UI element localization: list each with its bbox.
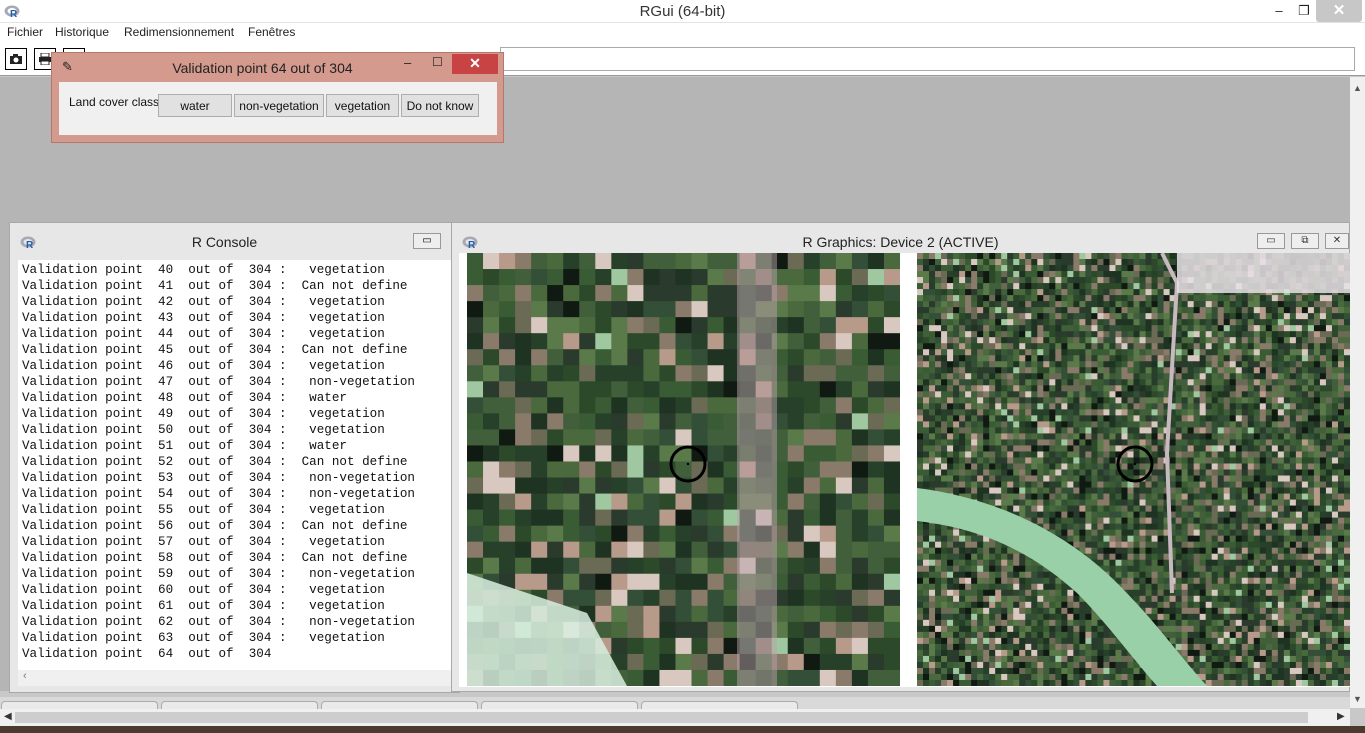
menu-bar: Fichier Historique Redimensionnement Fen…	[0, 23, 1365, 43]
graphics-restore-button[interactable]: ⧉	[1291, 233, 1319, 249]
satellite-image-coarse	[467, 253, 900, 686]
scroll-down-icon[interactable]: ▼	[1353, 694, 1362, 704]
satellite-image-fine	[917, 253, 1350, 686]
console-output[interactable]: Validation point 40 out of 304 : vegetat…	[18, 260, 452, 670]
console-line: Validation point 52 out of 304 : Can not…	[22, 455, 408, 469]
console-line: Validation point 44 out of 304 : vegetat…	[22, 327, 385, 341]
dialog-body: Land cover class water non-vegetation ve…	[59, 82, 497, 135]
console-line: Validation point 56 out of 304 : Can not…	[22, 519, 408, 533]
console-line: Validation point 57 out of 304 : vegetat…	[22, 535, 385, 549]
console-line: Validation point 48 out of 304 : water	[22, 391, 347, 405]
horizontal-scrollbar[interactable]: ◀ ▶	[0, 709, 1350, 726]
target-dot	[1133, 462, 1137, 466]
console-line: Validation point 64 out of 304	[22, 647, 272, 661]
camera-icon[interactable]	[5, 48, 27, 70]
plot-area[interactable]	[459, 253, 1350, 687]
console-line: Validation point 55 out of 304 : vegetat…	[22, 503, 385, 517]
console-minimize-button[interactable]: ▭	[413, 233, 441, 249]
r-console-window: R R Console ▭ Validation point 40 out of…	[9, 222, 460, 693]
r-graphics-window: R R Graphics: Device 2 (ACTIVE) ▭ ⧉ ✕	[451, 222, 1350, 692]
maximize-button[interactable]: ❐	[1289, 0, 1319, 22]
scroll-up-icon[interactable]: ▲	[1353, 83, 1362, 93]
console-line: Validation point 59 out of 304 : non-veg…	[22, 567, 415, 581]
vegetation-button[interactable]: vegetation	[326, 94, 399, 117]
console-line: Validation point 58 out of 304 : Can not…	[22, 551, 408, 565]
menu-fenetres[interactable]: Fenêtres	[248, 25, 295, 39]
menu-redimensionnement[interactable]: Redimensionnement	[124, 25, 234, 39]
non-vegetation-button[interactable]: non-vegetation	[234, 94, 324, 117]
minimized-windows-bar	[0, 697, 1350, 711]
console-line: Validation point 62 out of 304 : non-veg…	[22, 615, 415, 629]
console-line: Validation point 42 out of 304 : vegetat…	[22, 295, 385, 309]
console-line: Validation point 61 out of 304 : vegetat…	[22, 599, 385, 613]
menu-historique[interactable]: Historique	[55, 25, 109, 39]
console-line: Validation point 63 out of 304 : vegetat…	[22, 631, 385, 645]
scroll-right-icon[interactable]: ▶	[1337, 711, 1345, 722]
os-taskbar	[0, 726, 1365, 733]
water-button[interactable]: water	[158, 94, 232, 117]
app-title: RGui (64-bit)	[639, 3, 726, 20]
console-horizontal-scrollbar[interactable]: ‹	[18, 670, 452, 686]
dialog-minimize-button[interactable]: –	[404, 55, 411, 70]
console-line: Validation point 47 out of 304 : non-veg…	[22, 375, 415, 389]
land-cover-class-label: Land cover class	[69, 95, 160, 109]
scroll-left-icon[interactable]: ‹	[23, 670, 27, 682]
graphics-minimize-button[interactable]: ▭	[1257, 233, 1285, 249]
scrollbar-thumb[interactable]	[15, 712, 1308, 723]
scroll-left-icon[interactable]: ◀	[4, 711, 12, 722]
dialog-close-button[interactable]: ✕	[452, 54, 498, 74]
graphics-title: R Graphics: Device 2 (ACTIVE)	[802, 234, 999, 250]
toolbar-field	[500, 47, 1355, 71]
graphics-close-button[interactable]: ✕	[1325, 233, 1349, 249]
console-line: Validation point 45 out of 304 : Can not…	[22, 343, 408, 357]
console-line: Validation point 51 out of 304 : water	[22, 439, 347, 453]
console-line: Validation point 53 out of 304 : non-veg…	[22, 471, 415, 485]
vertical-scrollbar[interactable]: ▲ ▼	[1350, 77, 1365, 708]
console-line: Validation point 41 out of 304 : Can not…	[22, 279, 408, 293]
validation-dialog: ✎ Validation point 64 out of 304 – ☐ ✕ L…	[51, 52, 504, 143]
target-dot	[686, 462, 690, 466]
console-line: Validation point 49 out of 304 : vegetat…	[22, 407, 385, 421]
console-line: Validation point 43 out of 304 : vegetat…	[22, 311, 385, 325]
dialog-maximize-button[interactable]: ☐	[432, 55, 443, 69]
console-line: Validation point 60 out of 304 : vegetat…	[22, 583, 385, 597]
console-line: Validation point 46 out of 304 : vegetat…	[22, 359, 385, 373]
console-line: Validation point 40 out of 304 : vegetat…	[22, 263, 385, 277]
console-line: Validation point 54 out of 304 : non-veg…	[22, 487, 415, 501]
console-line: Validation point 50 out of 304 : vegetat…	[22, 423, 385, 437]
do-not-know-button[interactable]: Do not know	[401, 94, 479, 117]
app-title-bar: R RGui (64-bit) – ❐ ✕	[0, 0, 1365, 23]
close-button[interactable]: ✕	[1316, 0, 1362, 22]
console-title: R Console	[191, 234, 258, 250]
menu-fichier[interactable]: Fichier	[7, 25, 43, 39]
